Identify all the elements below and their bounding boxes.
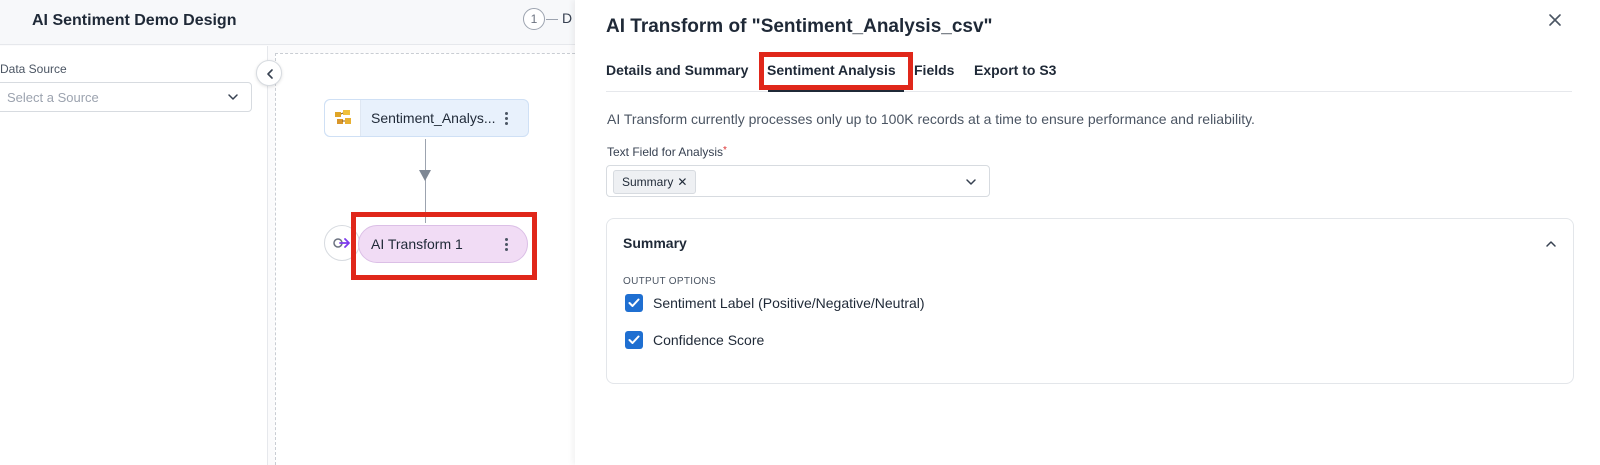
step-connector [546, 19, 558, 20]
text-field-select[interactable]: Summary ✕ [606, 165, 990, 197]
checkbox-checked[interactable] [625, 294, 643, 312]
step-label: D [562, 10, 573, 26]
selected-chip: Summary ✕ [613, 170, 697, 194]
ai-transform-drawer: AI Transform of "Sentiment_Analysis_csv"… [575, 0, 1600, 465]
chevron-down-icon [966, 179, 976, 185]
tab-export-to-s3[interactable]: Export to S3 [974, 62, 1056, 78]
step-indicator[interactable]: 1 [523, 8, 545, 30]
app-header: AI Sentiment Demo Design 1 D [0, 0, 575, 45]
chip-label: Summary [622, 175, 674, 189]
node-menu-icon[interactable] [505, 112, 509, 126]
text-field-label: Text Field for Analysis* [607, 145, 727, 159]
source-node-label: Sentiment_Analys... [371, 110, 496, 126]
tab-fields[interactable]: Fields [914, 62, 954, 78]
arrow-down-icon [419, 170, 431, 181]
remove-chip-icon[interactable]: ✕ [677, 175, 687, 189]
data-source-label: Data Source [0, 62, 67, 76]
collapse-panel-button[interactable] [256, 60, 282, 86]
left-panel: Data Source Select a Source [0, 46, 268, 465]
tab-details-and-summary[interactable]: Details and Summary [606, 62, 748, 78]
active-tab-indicator [768, 90, 904, 92]
text-field-label-text: Text Field for Analysis [607, 145, 724, 159]
flow-connector [425, 139, 426, 223]
close-icon[interactable] [1548, 13, 1562, 27]
checkbox-checked[interactable] [625, 331, 643, 349]
tab-bar: Details and Summary Sentiment Analysis F… [606, 56, 1572, 92]
designer-app: AI Sentiment Demo Design 1 D Data Source… [0, 0, 575, 465]
confidence-score-option-label: Confidence Score [653, 332, 765, 348]
data-source-select[interactable]: Select a Source [0, 82, 252, 112]
app-title: AI Sentiment Demo Design [32, 12, 237, 29]
sentiment-label-option-label: Sentiment Label (Positive/Negative/Neutr… [653, 295, 925, 311]
checkmark-icon [628, 298, 640, 307]
data-source-icon [335, 110, 351, 124]
drawer-title: AI Transform of "Sentiment_Analysis_csv" [606, 16, 993, 37]
transform-arrow-icon [333, 238, 350, 248]
output-options-label: OUTPUT OPTIONS [623, 276, 716, 287]
notice-text: AI Transform currently processes only up… [607, 111, 1255, 127]
source-node[interactable]: Sentiment_Analys... [324, 99, 529, 137]
chevron-left-icon [267, 69, 273, 79]
summary-card-title: Summary [623, 235, 687, 251]
data-source-placeholder: Select a Source [7, 90, 99, 105]
chevron-down-icon [228, 94, 238, 100]
highlight-box [351, 212, 537, 280]
highlight-box [759, 52, 913, 90]
required-mark: * [723, 145, 727, 156]
checkmark-icon [628, 335, 640, 344]
node-icon-box [325, 100, 361, 136]
chevron-up-icon[interactable] [1543, 236, 1559, 252]
summary-card: Summary OUTPUT OPTIONS Sentiment Label (… [606, 218, 1574, 384]
